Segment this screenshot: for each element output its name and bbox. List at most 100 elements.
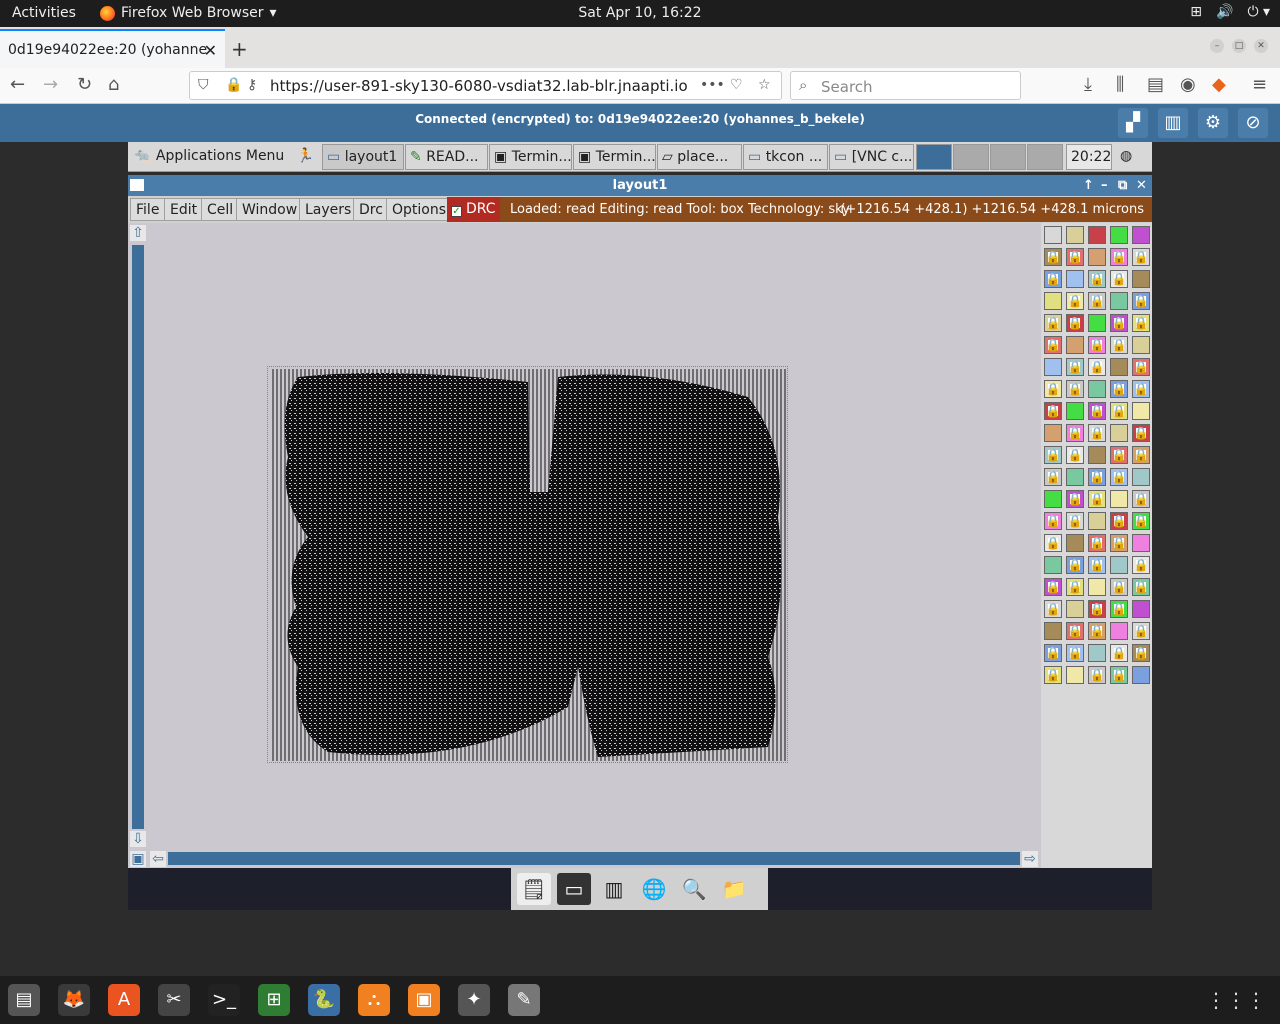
- horizontal-scrollbar[interactable]: ▣ ⇦ ⇨: [128, 850, 1041, 868]
- vertical-scrollbar[interactable]: ⇧ ⇩: [128, 223, 148, 850]
- layer-swatch[interactable]: 🔒: [1110, 578, 1128, 596]
- layer-swatch[interactable]: 🔒: [1088, 402, 1106, 420]
- layer-swatch[interactable]: [1132, 270, 1150, 288]
- applications-menu-button[interactable]: 🐀 Applications Menu 🏃: [130, 144, 320, 170]
- disconnect-icon[interactable]: ⊘: [1238, 108, 1268, 138]
- scroll-left-icon[interactable]: ⇦: [150, 851, 166, 867]
- layer-swatch[interactable]: [1066, 600, 1084, 618]
- close-icon[interactable]: ✕: [1136, 175, 1147, 196]
- layer-swatch[interactable]: [1044, 292, 1062, 310]
- layer-swatch[interactable]: [1132, 402, 1150, 420]
- window-menu-icon[interactable]: [130, 179, 144, 191]
- layer-swatch[interactable]: [1044, 424, 1062, 442]
- layer-swatch[interactable]: 🔒: [1132, 556, 1150, 574]
- layer-swatch[interactable]: [1110, 490, 1128, 508]
- layer-swatch[interactable]: [1110, 292, 1128, 310]
- menu-edit[interactable]: Edit: [164, 198, 204, 221]
- layer-swatch[interactable]: [1066, 270, 1084, 288]
- panel-clock[interactable]: 20:22: [1066, 144, 1112, 170]
- zoom-box-icon[interactable]: ▣: [130, 851, 146, 867]
- layer-swatch[interactable]: 🔒: [1132, 446, 1150, 464]
- layer-swatch[interactable]: 🔒: [1066, 292, 1084, 310]
- magic-window-titlebar[interactable]: layout1 ↑ – ⧉ ✕: [128, 175, 1152, 196]
- back-icon[interactable]: ←: [10, 74, 25, 95]
- clock[interactable]: Sat Apr 10, 16:22: [0, 5, 1280, 21]
- layer-swatch[interactable]: 🔒: [1066, 578, 1084, 596]
- layer-swatch[interactable]: [1110, 622, 1128, 640]
- close-tab-icon[interactable]: ✕: [204, 41, 217, 60]
- layer-swatch[interactable]: 🔒: [1066, 644, 1084, 662]
- downloads-icon[interactable]: ⤓: [1084, 74, 1092, 95]
- magnifier-icon[interactable]: 🔍: [677, 873, 711, 905]
- layer-swatch[interactable]: 🔒: [1066, 424, 1084, 442]
- menu-options[interactable]: Options: [386, 198, 453, 221]
- browser-tab[interactable]: 0d19e94022ee:20 (yohanne ✕: [0, 29, 225, 68]
- layer-swatch[interactable]: [1044, 226, 1062, 244]
- settings-gear-icon[interactable]: ⚙: [1198, 108, 1228, 138]
- layer-swatch[interactable]: [1066, 666, 1084, 684]
- minimize-button[interactable]: –: [1210, 39, 1224, 53]
- layer-swatch[interactable]: [1110, 556, 1128, 574]
- browser-globe-icon[interactable]: 🌐: [637, 873, 671, 905]
- layer-swatch[interactable]: 🔒: [1132, 512, 1150, 530]
- layer-swatch[interactable]: 🔒: [1066, 248, 1084, 266]
- layer-swatch[interactable]: 🔒: [1110, 336, 1128, 354]
- remote-desktop-icon[interactable]: ⊞: [258, 984, 290, 1016]
- layer-swatch[interactable]: [1132, 468, 1150, 486]
- layer-swatch[interactable]: [1110, 424, 1128, 442]
- layer-swatch[interactable]: [1066, 468, 1084, 486]
- layer-swatch[interactable]: [1132, 226, 1150, 244]
- library-icon[interactable]: ⫼: [1116, 74, 1124, 95]
- layer-swatch[interactable]: 🔒: [1132, 622, 1150, 640]
- maximize-button[interactable]: □: [1232, 39, 1246, 53]
- layer-swatch[interactable]: [1132, 534, 1150, 552]
- layer-swatch[interactable]: [1110, 226, 1128, 244]
- layer-swatch[interactable]: 🔒: [1110, 644, 1128, 662]
- layer-swatch[interactable]: 🔒: [1044, 512, 1062, 530]
- minimize-icon[interactable]: –: [1101, 175, 1108, 196]
- layer-swatch[interactable]: [1110, 358, 1128, 376]
- layer-swatch[interactable]: [1044, 358, 1062, 376]
- pdf-icon[interactable]: ▣: [408, 984, 440, 1016]
- text-editor-icon[interactable]: ✎: [508, 984, 540, 1016]
- layer-swatch[interactable]: 🔒: [1132, 248, 1150, 266]
- extension-icon[interactable]: ◆: [1212, 74, 1226, 95]
- layer-swatch[interactable]: 🔒: [1088, 600, 1106, 618]
- software-center-icon[interactable]: A: [108, 984, 140, 1016]
- clipboard-icon[interactable]: ▥: [1158, 108, 1188, 138]
- layer-swatch[interactable]: 🔒: [1110, 248, 1128, 266]
- chip-layout[interactable]: [267, 366, 788, 763]
- show-apps-icon[interactable]: ⋮⋮⋮: [1206, 988, 1266, 1012]
- vertical-scroll-track[interactable]: [132, 245, 144, 829]
- layer-swatch[interactable]: 🔒: [1110, 534, 1128, 552]
- layer-swatch[interactable]: 🔒: [1066, 512, 1084, 530]
- task-placement[interactable]: ▱ place...: [657, 144, 742, 170]
- layer-swatch[interactable]: 🔒: [1066, 490, 1084, 508]
- menu-file[interactable]: File: [130, 198, 166, 221]
- layer-swatch[interactable]: 🔒: [1110, 468, 1128, 486]
- layer-swatch[interactable]: 🔒: [1132, 314, 1150, 332]
- layer-swatch[interactable]: 🔒: [1132, 358, 1150, 376]
- layer-swatch[interactable]: 🔒: [1088, 336, 1106, 354]
- layer-swatch[interactable]: [1088, 578, 1106, 596]
- layer-swatch[interactable]: 🔒: [1044, 270, 1062, 288]
- notes-icon[interactable]: 🗒: [517, 873, 551, 905]
- shade-icon[interactable]: ↑: [1083, 175, 1094, 196]
- layer-swatch[interactable]: 🔒: [1044, 600, 1062, 618]
- layer-swatch[interactable]: [1088, 380, 1106, 398]
- layer-swatch[interactable]: 🔒: [1044, 314, 1062, 332]
- layer-swatch[interactable]: 🔒: [1044, 666, 1062, 684]
- account-icon[interactable]: ◉: [1180, 74, 1196, 95]
- layer-swatch[interactable]: [1044, 622, 1062, 640]
- firefox-dock-icon[interactable]: 🦊: [58, 984, 90, 1016]
- layer-swatch[interactable]: [1132, 600, 1150, 618]
- scroll-up-icon[interactable]: ⇧: [130, 225, 146, 241]
- hamburger-menu-icon[interactable]: ≡: [1252, 74, 1267, 95]
- layer-swatch[interactable]: [1088, 512, 1106, 530]
- lock-screen-icon[interactable]: ◍: [1116, 144, 1148, 170]
- layer-swatch[interactable]: 🔒: [1110, 380, 1128, 398]
- search-input[interactable]: ⌕ Search: [790, 71, 1021, 100]
- layer-swatch[interactable]: [1088, 226, 1106, 244]
- menu-layers[interactable]: Layers: [299, 198, 358, 221]
- url-bar[interactable]: ⛉ 🔒 ⚷ https://user-891-sky130-6080-vsdia…: [189, 71, 782, 100]
